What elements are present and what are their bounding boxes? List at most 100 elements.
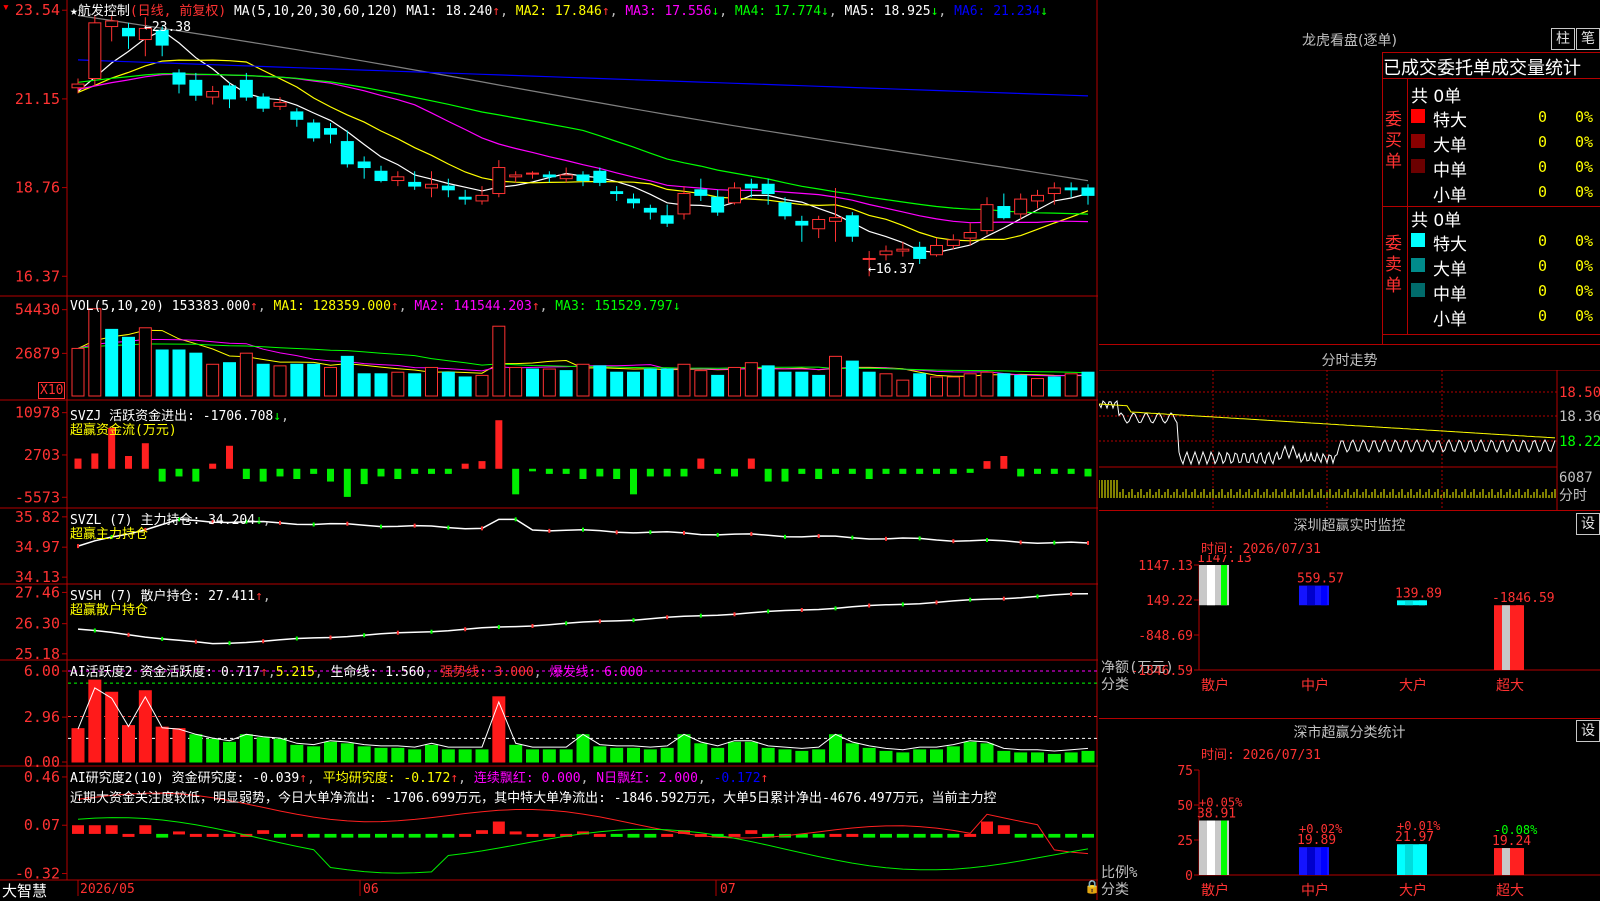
flow-bar xyxy=(192,468,200,482)
lock-icon[interactable]: 🔒 xyxy=(1084,880,1100,895)
lhb-tab[interactable]: 已成交委托单成交量统计 xyxy=(1383,54,1581,80)
lhb-row-pct-sell: 0% xyxy=(1575,232,1594,250)
ai-bar xyxy=(189,734,203,763)
sz-stat-settings-button[interactable]: 设 xyxy=(1576,720,1600,742)
candle-body xyxy=(357,161,371,169)
ai2-bar xyxy=(728,833,741,837)
sh-marker xyxy=(228,641,231,646)
bar-mode-button[interactable]: 柱 xyxy=(1551,28,1575,50)
ai-bar xyxy=(744,741,758,763)
volume-bar xyxy=(542,368,556,397)
fs-tick-label: 18.22 xyxy=(1559,434,1600,450)
vol-tick-label: 54430 xyxy=(15,301,60,319)
bar-ylabel: 净额(万元) xyxy=(1101,660,1174,676)
candle-body xyxy=(526,172,539,175)
candle-body xyxy=(189,79,203,96)
candle-body xyxy=(913,246,927,259)
ai-bar xyxy=(509,744,523,763)
zl-marker xyxy=(481,526,483,531)
ai-bar xyxy=(930,749,943,763)
volume-bar xyxy=(526,368,539,397)
candle-body xyxy=(812,219,826,230)
ai-bar xyxy=(340,743,354,763)
lhb-row-pct-buy: 0% xyxy=(1575,133,1594,151)
bar-tick-label: 149.22 xyxy=(1146,594,1193,609)
zl-marker xyxy=(683,530,685,535)
fenshi-title: 分时走势 xyxy=(1321,353,1378,369)
sh-marker xyxy=(127,632,130,637)
lhb-row-pct-sell: 0% xyxy=(1575,282,1594,300)
ai-prefix: AI活跃度2 资金活跃度: 0.717 xyxy=(70,665,261,680)
ai2-nred: N日飘红: 2.000 xyxy=(596,771,698,786)
ai2-bar xyxy=(206,833,219,837)
sh-subtitle: 超赢散户持仓 xyxy=(70,603,149,618)
candle-body xyxy=(711,196,725,213)
ai-bar xyxy=(206,738,220,763)
main-chart-area[interactable]: 23.54 21.15 18.76 16.37 54430 26879 10978 2703 -… xyxy=(0,0,1098,900)
ai-bar xyxy=(1047,753,1061,763)
lhb-row-label-buy: 大单 xyxy=(1433,136,1467,156)
ai-bar xyxy=(711,747,725,763)
ma4-value: MA4: 17.774 xyxy=(734,4,822,19)
ai-bar xyxy=(643,749,657,763)
ai2-bar xyxy=(459,833,472,837)
sh-marker xyxy=(161,636,164,641)
zl-marker xyxy=(1053,540,1056,545)
zl-marker xyxy=(716,532,719,537)
tick-mode-button[interactable]: 笔 xyxy=(1576,28,1600,50)
ma3-value: MA3: 17.556 xyxy=(625,4,712,19)
ai-bar xyxy=(408,749,422,763)
bar-highlight xyxy=(1307,847,1315,875)
zl-marker xyxy=(514,517,517,522)
flow-bar xyxy=(865,468,873,479)
fs-vol-label: 6087 xyxy=(1559,470,1593,486)
flow-bar xyxy=(1084,468,1092,477)
volume-bar xyxy=(425,366,438,397)
candle-body xyxy=(425,183,438,189)
flow-bar xyxy=(680,468,688,477)
bar-tick-label: 1147.13 xyxy=(1138,559,1193,574)
flow-bar xyxy=(731,468,738,477)
sz-stat-title: 深市超赢分类统计 xyxy=(1293,725,1406,741)
ai2-bar xyxy=(425,833,438,838)
bar-highlight xyxy=(1307,585,1315,606)
ai2-bar xyxy=(156,833,169,838)
lhb-row-value-sell: 0 xyxy=(1538,232,1548,250)
zl-marker xyxy=(851,535,854,540)
date-label-0: 2026/05 xyxy=(80,882,135,897)
flow-bar xyxy=(125,456,132,469)
ai2-bar xyxy=(1048,833,1061,838)
ai-bar xyxy=(862,747,876,763)
bar-label: 超大 xyxy=(1496,883,1524,899)
bar-edge xyxy=(1321,585,1327,606)
ai-bar xyxy=(896,752,910,763)
flow-bar xyxy=(512,468,520,495)
sz-monitor-settings-button[interactable]: 设 xyxy=(1576,513,1600,535)
lhb-swatch-sell xyxy=(1411,308,1425,322)
flow-bar xyxy=(394,468,402,479)
bar-label: 大户 xyxy=(1399,677,1427,694)
fenshi-chart[interactable]: 18.50 18.36 18.22 6087 分时 xyxy=(1099,370,1600,510)
ai-bar xyxy=(88,679,102,763)
candle-body xyxy=(374,170,388,182)
ai-bar xyxy=(728,741,741,763)
menu-arrow-icon[interactable]: ▾ xyxy=(2,0,10,15)
zl-marker xyxy=(548,528,551,533)
ai-tick-label: 2.96 xyxy=(24,708,60,726)
ai2-bar xyxy=(189,833,202,837)
zl-tick-label: 35.82 xyxy=(15,508,60,526)
flow-bar xyxy=(832,468,839,474)
sh-marker xyxy=(363,633,366,638)
volume-bar xyxy=(946,376,960,397)
lhb-swatch-sell xyxy=(1411,233,1425,247)
panel-divider xyxy=(1099,344,1600,345)
ai-bar xyxy=(1031,752,1044,763)
candle-body xyxy=(492,167,506,195)
ai-bar xyxy=(761,747,775,763)
volume-bar xyxy=(71,347,85,397)
candle-body xyxy=(778,202,792,217)
candle-body xyxy=(206,90,220,98)
lhb-row-value-buy: 0 xyxy=(1538,133,1548,151)
volume-bar xyxy=(408,373,422,397)
candle-body xyxy=(879,250,893,256)
